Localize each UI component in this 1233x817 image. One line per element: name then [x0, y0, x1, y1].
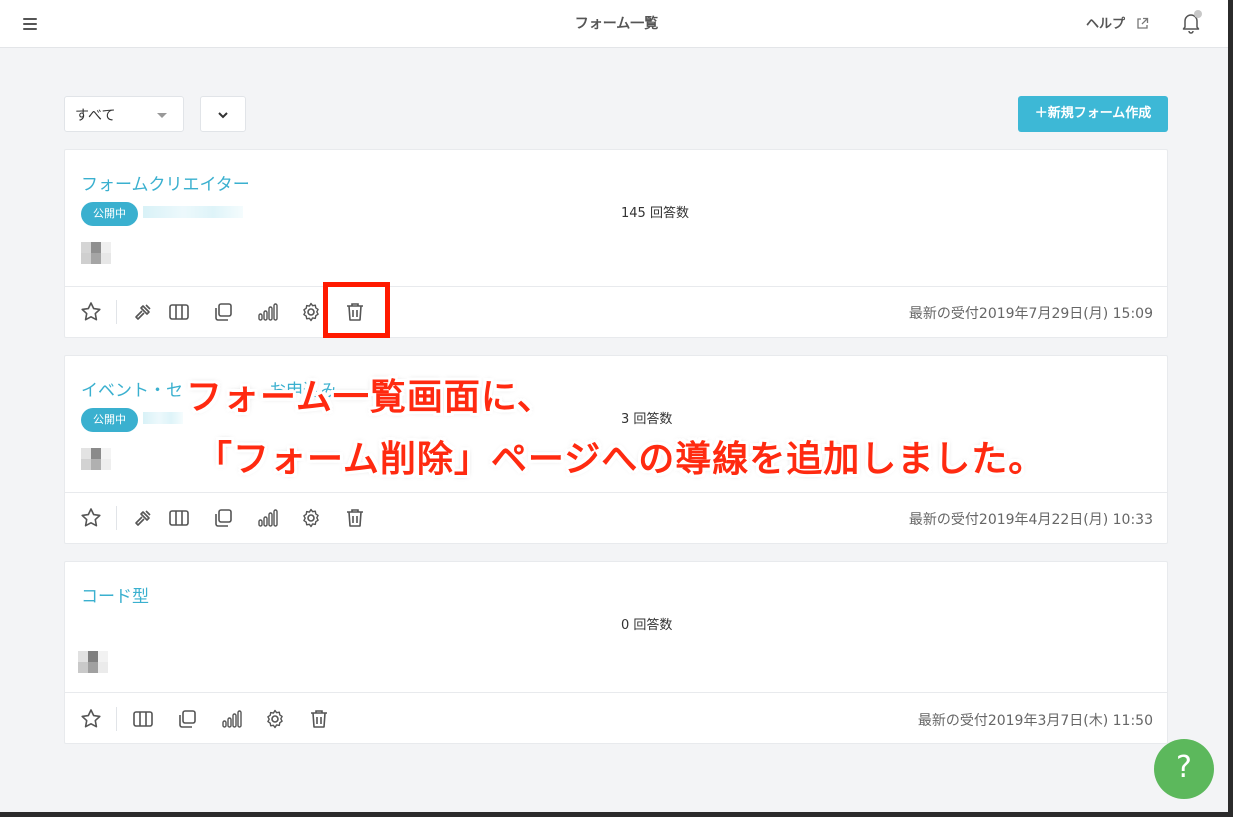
caret-down-icon	[157, 113, 167, 118]
help-fab-button[interactable]: ?	[1154, 739, 1214, 799]
form-title[interactable]: コード型	[81, 582, 149, 607]
external-link-icon	[1136, 17, 1149, 34]
window-edge	[0, 812, 1233, 817]
response-count: 145 回答数	[621, 206, 689, 221]
notification-dot	[1194, 10, 1202, 18]
annotation-line-1: フォーム一覧画面に、	[186, 377, 554, 418]
chevron-down-icon	[218, 112, 228, 119]
star-icon[interactable]	[78, 706, 104, 732]
page-title: フォーム一覧	[574, 16, 659, 32]
toolbar-separator	[116, 707, 117, 731]
columns-icon[interactable]	[166, 299, 192, 325]
star-icon[interactable]	[78, 505, 104, 531]
status-filter-value: すべて	[75, 108, 116, 124]
sort-dropdown-button[interactable]	[200, 96, 246, 132]
avatar	[81, 242, 111, 264]
copy-icon[interactable]	[174, 706, 200, 732]
form-url-blurred	[143, 206, 243, 218]
form-title-head: イベント・セ	[81, 381, 183, 401]
gear-icon[interactable]	[298, 505, 324, 531]
columns-icon[interactable]	[166, 505, 192, 531]
avatar	[81, 448, 111, 470]
gear-icon[interactable]	[298, 299, 324, 325]
annotation-line-2: 「フォーム削除」ページへの導線を追加しました。	[196, 439, 1046, 480]
trash-highlight-box	[323, 282, 390, 338]
response-count: 3 回答数	[621, 412, 673, 427]
help-label: ヘルプ	[1086, 17, 1126, 32]
new-form-button[interactable]: ＋新規フォーム作成	[1018, 96, 1168, 132]
form-card: フォームクリエイター 公開中 145 回答数 最新の受付2019年7月29日(月…	[64, 149, 1168, 338]
bar-chart-icon[interactable]	[254, 505, 280, 531]
last-received: 最新の受付2019年3月7日(木) 11:50	[917, 713, 1153, 729]
status-badge: 公開中	[81, 202, 138, 226]
copy-icon[interactable]	[210, 299, 236, 325]
response-count: 0 回答数	[621, 618, 673, 633]
form-card: コード型 0 回答数 最新の受付2019年3月7日(木) 11:50	[64, 561, 1168, 744]
help-link[interactable]: ヘルプ	[1086, 13, 1149, 34]
hammer-icon[interactable]	[130, 299, 156, 325]
status-badge: 公開中	[81, 408, 138, 432]
trash-icon[interactable]	[306, 706, 332, 732]
toolbar-separator	[116, 300, 117, 324]
last-received: 最新の受付2019年4月22日(月) 10:33	[908, 512, 1153, 528]
last-received: 最新の受付2019年7月29日(月) 15:09	[908, 306, 1153, 322]
hammer-icon[interactable]	[130, 505, 156, 531]
top-header: フォーム一覧 ヘルプ	[0, 0, 1233, 48]
avatar	[78, 651, 108, 673]
card-divider	[65, 286, 1167, 287]
trash-icon[interactable]	[342, 505, 368, 531]
card-divider	[65, 692, 1167, 693]
window-edge	[1228, 0, 1233, 817]
form-url-blurred	[143, 412, 183, 424]
status-filter-select[interactable]: すべて	[64, 96, 184, 132]
copy-icon[interactable]	[210, 505, 236, 531]
form-title[interactable]: フォームクリエイター	[81, 170, 250, 195]
toolbar-separator	[116, 506, 117, 530]
star-icon[interactable]	[78, 299, 104, 325]
card-divider	[65, 492, 1167, 493]
columns-icon[interactable]	[130, 706, 156, 732]
bar-chart-icon[interactable]	[254, 299, 280, 325]
gear-icon[interactable]	[262, 706, 288, 732]
bar-chart-icon[interactable]	[218, 706, 244, 732]
